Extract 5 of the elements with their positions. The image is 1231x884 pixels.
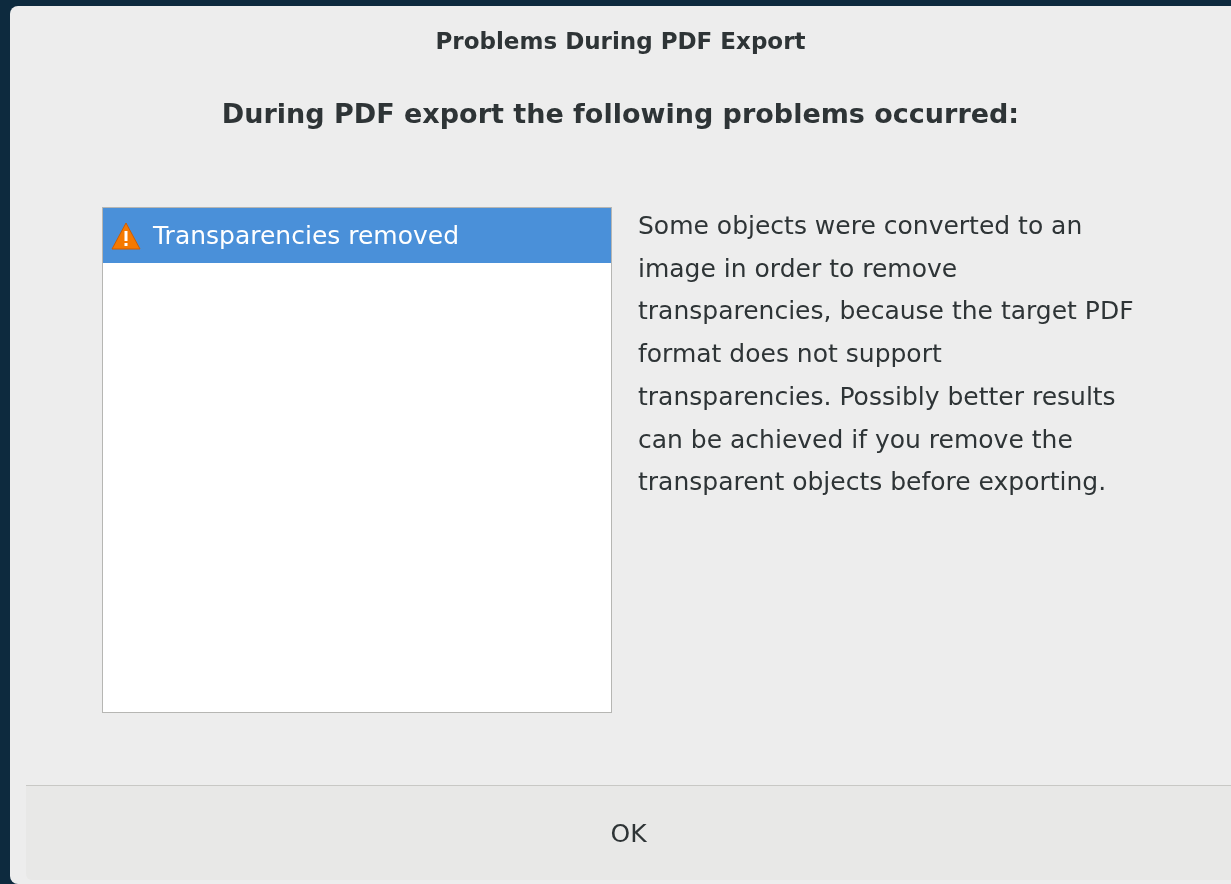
warning-icon <box>111 221 141 250</box>
problem-description: Some objects were converted to an image in order to remove transparencies, because the target PDF format does not support transparencies. Possibly better results can be achieved if you remove the transparent objects before exporting. <box>638 210 1135 499</box>
ok-button[interactable]: OK <box>26 786 1231 880</box>
window-title: Problems During PDF Export <box>435 28 806 54</box>
dialog-heading: During PDF export the following problems occurred: <box>221 98 1020 129</box>
